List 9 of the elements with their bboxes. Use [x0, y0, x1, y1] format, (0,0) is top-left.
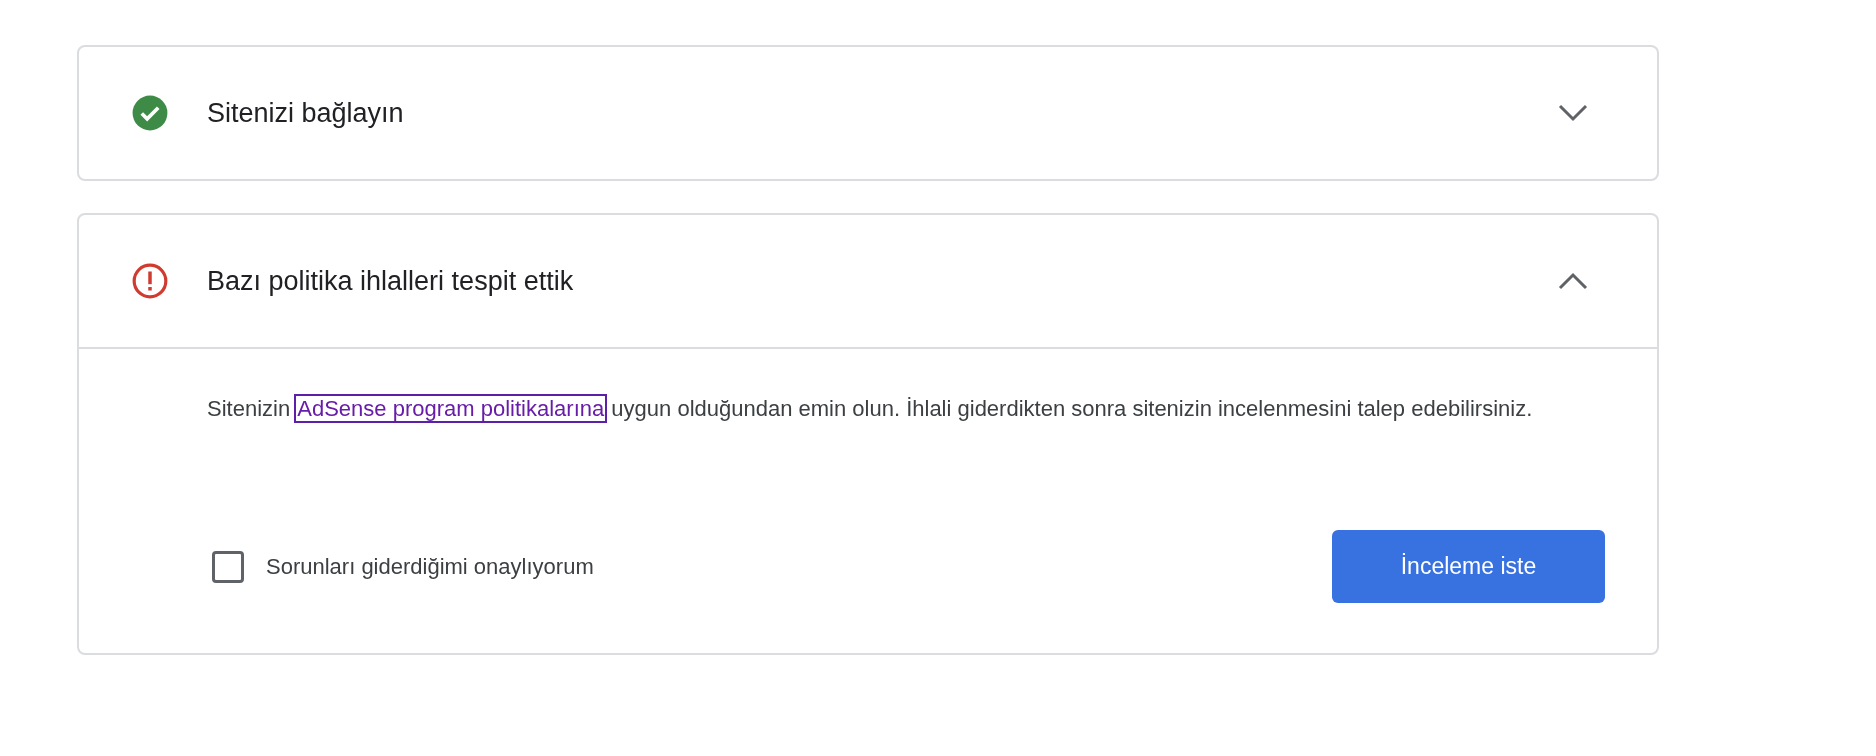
- step-title: Sitenizi bağlayın: [207, 97, 405, 129]
- checkbox[interactable]: [212, 550, 244, 583]
- request-review-button[interactable]: İnceleme iste: [1332, 530, 1605, 603]
- checkbox-label: Sorunları giderdiğimi onaylıyorum: [266, 553, 594, 580]
- error-icon: [131, 262, 169, 300]
- step-title: Bazı politika ihlalleri tespit ettik: [207, 265, 575, 297]
- policy-link[interactable]: AdSense program politikalarına: [296, 396, 606, 421]
- check-circle-icon: [131, 94, 169, 132]
- description-text: Sitenizin AdSense program politikalarına uygun olduğundan emin olun. İhlali giderdikten sonra sitenizin incelenmesini talep edebilirsiniz.: [207, 395, 1534, 423]
